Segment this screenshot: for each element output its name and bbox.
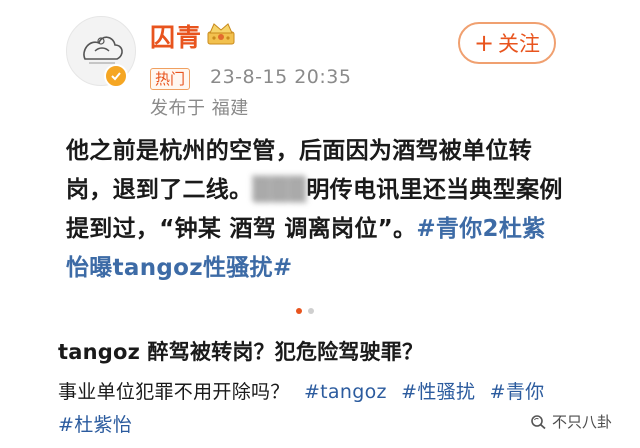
article-line-2: #杜紫怡 bbox=[58, 410, 132, 437]
tag-link-qingni[interactable]: #青你 bbox=[490, 381, 545, 403]
post-location: 发布于 福建 bbox=[150, 98, 249, 119]
crown-badge-icon bbox=[207, 23, 235, 45]
blurred-text: ▒▒▒ bbox=[252, 177, 307, 203]
post-body-text: 他之前是杭州的空管，后面因为酒驾被单位转岗，退到了二线。▒▒▒明传电讯里还当典型… bbox=[66, 132, 566, 288]
tag-link-tangoz[interactable]: #tangoz bbox=[304, 381, 387, 403]
carousel-indicator bbox=[296, 308, 314, 316]
wechat-search-icon bbox=[531, 414, 546, 429]
article-title: tangoz 醉驾被转岗？犯危险驾驶罪？ bbox=[58, 340, 424, 364]
post-timestamp: 23-8-15 20:35 bbox=[210, 66, 352, 88]
tag-link-harassment[interactable]: #性骚扰 bbox=[401, 381, 475, 403]
hot-tag: 热门 bbox=[150, 68, 191, 90]
carousel-dot-2 bbox=[308, 308, 314, 314]
verified-badge-icon bbox=[104, 64, 128, 88]
follow-label: 关注 bbox=[498, 32, 541, 56]
watermark: 不只八卦 bbox=[530, 411, 612, 432]
article-line-1: 事业单位犯罪不用开除吗？ #tangoz #性骚扰 #青你 bbox=[58, 377, 544, 404]
follow-button[interactable]: + 关注 bbox=[458, 22, 556, 64]
article-text: 事业单位犯罪不用开除吗？ bbox=[58, 381, 290, 403]
carousel-dot-1 bbox=[296, 308, 302, 314]
plus-icon: + bbox=[473, 29, 495, 57]
watermark-text: 不只八卦 bbox=[552, 413, 613, 431]
username[interactable]: 囚青 bbox=[150, 18, 202, 54]
weibo-post-card: 囚青 热门 23-8-15 20:35 发布于 福建 + 关注 他之前是杭州的空… bbox=[0, 0, 640, 318]
tag-link-duziyi[interactable]: #杜紫怡 bbox=[58, 414, 132, 436]
